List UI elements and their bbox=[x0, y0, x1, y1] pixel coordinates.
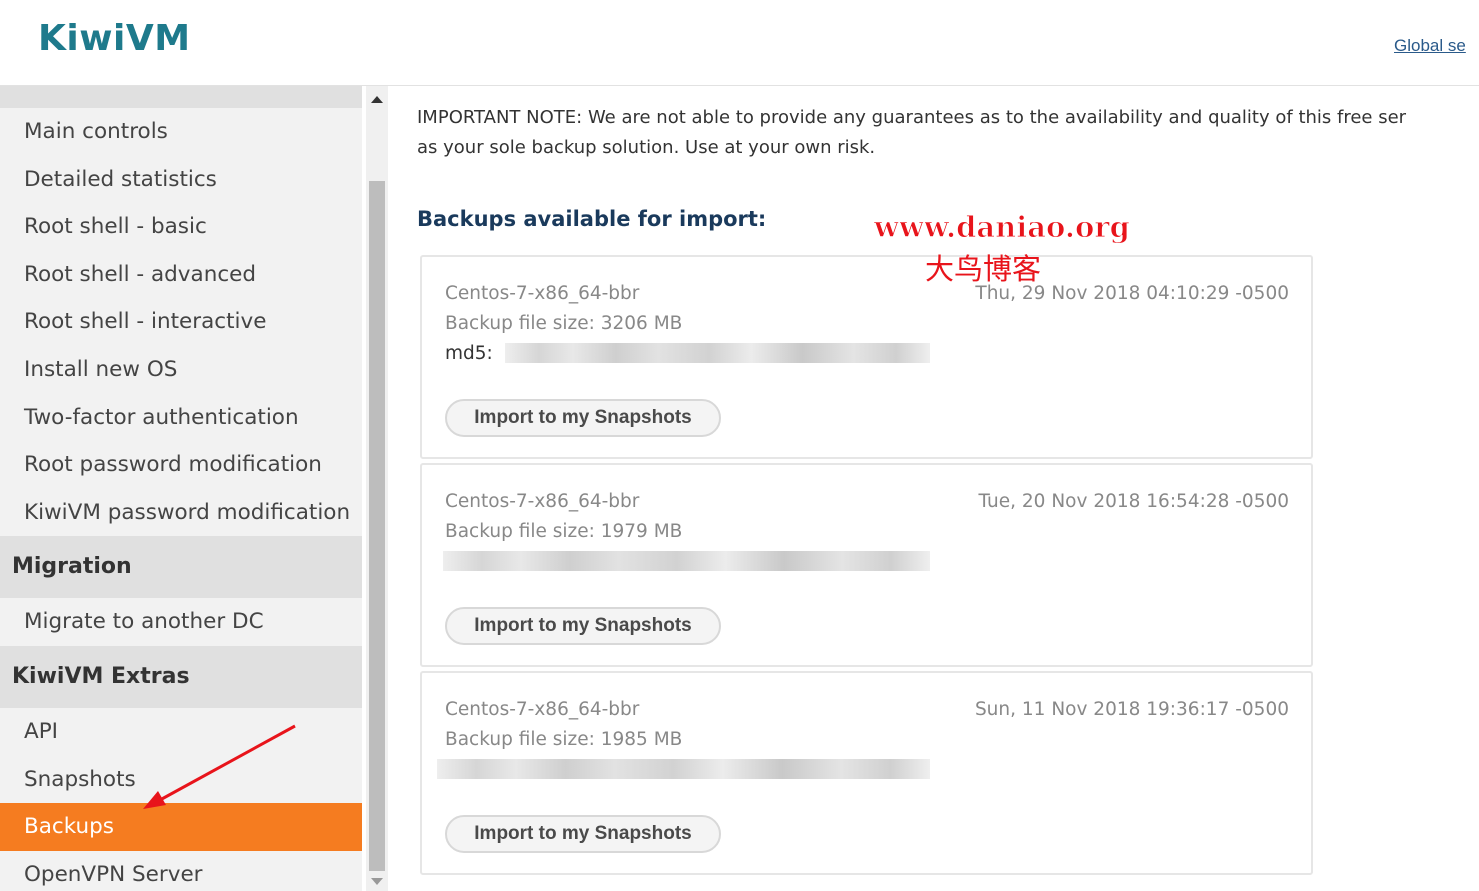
import-to-snapshots-button[interactable]: Import to my Snapshots bbox=[445, 607, 721, 645]
backup-name: Centos-7-x86_64-bbr bbox=[445, 283, 640, 304]
backup-size: Backup file size: 1985 MB bbox=[445, 729, 683, 750]
sidebar-nav: Main controls Detailed statistics Root s… bbox=[0, 86, 362, 891]
backup-card: Centos-7-x86_64-bbr Sun, 11 Nov 2018 19:… bbox=[420, 671, 1313, 875]
sidebar-item-root-shell-interactive[interactable]: Root shell - interactive bbox=[0, 298, 362, 346]
sidebar-item-snapshots[interactable]: Snapshots bbox=[0, 756, 362, 804]
top-header: KiwiVM Global se bbox=[0, 0, 1479, 86]
backup-name: Centos-7-x86_64-bbr bbox=[445, 699, 640, 720]
backups-section-title: Backups available for import: bbox=[417, 207, 767, 231]
backup-date: Tue, 20 Nov 2018 16:54:28 -0500 bbox=[978, 491, 1289, 512]
sidebar-item-root-password[interactable]: Root password modification bbox=[0, 441, 362, 489]
sidebar-cut-section bbox=[0, 86, 362, 108]
sidebar-item-migrate-dc[interactable]: Migrate to another DC bbox=[0, 598, 362, 646]
scroll-down-arrow-icon[interactable] bbox=[371, 878, 383, 885]
md5-redacted-blur bbox=[505, 343, 930, 363]
md5-redacted-blur bbox=[443, 551, 930, 571]
watermark-chinese: 大鸟博客 bbox=[925, 252, 1042, 286]
important-note: IMPORTANT NOTE: We are not able to provi… bbox=[417, 103, 1479, 163]
global-settings-link[interactable]: Global se bbox=[1394, 36, 1466, 56]
sidebar-item-install-new-os[interactable]: Install new OS bbox=[0, 346, 362, 394]
sidebar-item-detailed-statistics[interactable]: Detailed statistics bbox=[0, 156, 362, 204]
important-note-line1: IMPORTANT NOTE: We are not able to provi… bbox=[417, 107, 1407, 128]
sidebar-item-root-shell-advanced[interactable]: Root shell - advanced bbox=[0, 251, 362, 299]
backup-name: Centos-7-x86_64-bbr bbox=[445, 491, 640, 512]
watermark-url: www.daniao.org bbox=[874, 210, 1131, 245]
sidebar-scrollbar[interactable] bbox=[366, 86, 388, 891]
sidebar-section-migration: Migration bbox=[0, 536, 362, 599]
sidebar-item-main-controls[interactable]: Main controls bbox=[0, 108, 362, 156]
sidebar-item-two-factor-auth[interactable]: Two-factor authentication bbox=[0, 394, 362, 442]
kiwivm-logo[interactable]: KiwiVM bbox=[38, 18, 191, 59]
important-note-line2: as your sole backup solution. Use at you… bbox=[417, 137, 876, 158]
sidebar-item-kiwivm-password[interactable]: KiwiVM password modification bbox=[0, 489, 362, 537]
backup-card: Centos-7-x86_64-bbr Tue, 20 Nov 2018 16:… bbox=[420, 463, 1313, 667]
sidebar-item-root-shell-basic[interactable]: Root shell - basic bbox=[0, 203, 362, 251]
sidebar-item-api[interactable]: API bbox=[0, 708, 362, 756]
sidebar-item-openvpn[interactable]: OpenVPN Server bbox=[0, 851, 362, 891]
backup-card: Centos-7-x86_64-bbr Thu, 29 Nov 2018 04:… bbox=[420, 255, 1313, 459]
import-to-snapshots-button[interactable]: Import to my Snapshots bbox=[445, 815, 721, 853]
scroll-thumb[interactable] bbox=[369, 181, 385, 871]
sidebar-section-extras: KiwiVM Extras bbox=[0, 645, 362, 708]
backup-md5-label: md5: bbox=[445, 343, 493, 364]
md5-redacted-blur bbox=[437, 759, 930, 779]
sidebar-item-backups[interactable]: Backups bbox=[0, 803, 362, 851]
scroll-up-arrow-icon[interactable] bbox=[371, 96, 383, 103]
backup-size: Backup file size: 1979 MB bbox=[445, 521, 683, 542]
backup-date: Sun, 11 Nov 2018 19:36:17 -0500 bbox=[974, 699, 1289, 720]
backup-size: Backup file size: 3206 MB bbox=[445, 313, 683, 334]
import-to-snapshots-button[interactable]: Import to my Snapshots bbox=[445, 399, 721, 437]
